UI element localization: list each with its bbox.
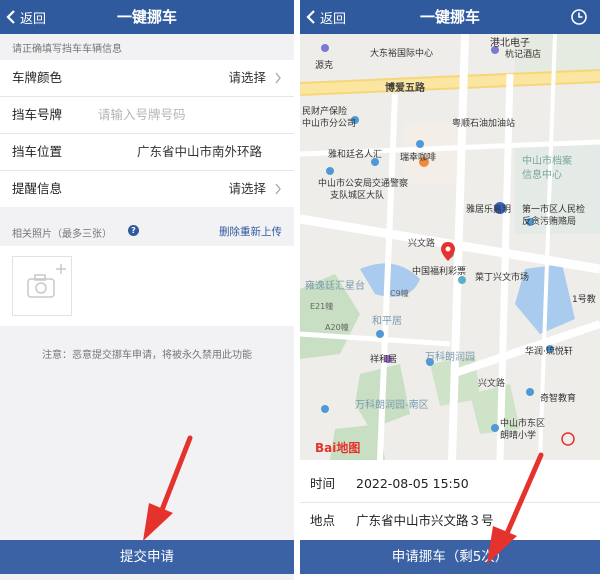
submit-button[interactable]: 提交申请	[0, 540, 294, 574]
map-label: 反贪污贿赂局	[522, 215, 576, 227]
map-label: C9幢	[390, 288, 409, 298]
location-value: 广东省中山市南外环路	[136, 144, 262, 159]
map-label: A20幢	[325, 322, 349, 332]
plate-number-row[interactable]: 挡车号牌 请输入号牌号码	[0, 97, 294, 134]
photo-area	[0, 246, 294, 326]
map-label: E21幢	[310, 301, 333, 311]
chevron-right-icon	[275, 72, 281, 84]
map-label: 信息中心	[522, 168, 562, 181]
location-row[interactable]: 挡车位置 广东省中山市南外环路	[0, 134, 294, 171]
request-move-button[interactable]: 申请挪车（剩5次）	[300, 540, 600, 574]
map-label: 和平居	[372, 315, 402, 327]
plate-color-row[interactable]: 车牌颜色 请选择	[0, 60, 294, 97]
map-label: 中国福利彩票	[412, 265, 466, 277]
map-label: 大东裕国际中心	[370, 47, 433, 59]
header-bar: 返回 一键挪车	[300, 0, 600, 34]
map-label: 华润·琉悦轩	[525, 345, 573, 357]
camera-icon	[27, 264, 66, 298]
reminder-label: 提醒信息	[12, 181, 63, 196]
map-canvas: 港北电子 大东裕国际中心 杭记酒店 源克 博爱五路 民财产保险 中山市分公司 粤…	[300, 34, 600, 460]
photos-label: 相关照片（最多三张）	[12, 229, 112, 240]
map-label: 奇智教育	[540, 392, 576, 404]
map-label: 瑞幸咖啡	[400, 151, 436, 163]
chevron-right-icon	[275, 183, 281, 195]
location-map[interactable]: 港北电子 大东裕国际中心 杭记酒店 源克 博爱五路 民财产保险 中山市分公司 粤…	[300, 34, 600, 460]
plate-color-value: 请选择	[228, 70, 266, 85]
map-label: 兴文路	[478, 377, 505, 389]
map-label: 中山市公安局交通警察	[318, 177, 408, 189]
add-photo-button[interactable]	[12, 256, 72, 316]
map-label: 1号教	[572, 293, 596, 305]
question-icon[interactable]: ?	[128, 225, 139, 236]
map-label: 雅和廷名人汇	[328, 148, 382, 160]
map-label: 朗晴小学	[500, 429, 536, 441]
baidu-logo: Bai地图	[315, 440, 360, 455]
photos-header: 相关照片（最多三张） ? 删除重新上传	[0, 216, 294, 246]
move-car-form-screen: 返回 一键挪车 请正确填写挡车车辆信息 车牌颜色 请选择 挡车号牌 请输入号牌号…	[0, 0, 294, 580]
red-arrow-annotation	[143, 435, 193, 541]
header-bar: 返回 一键挪车	[0, 0, 294, 34]
map-label: 雍逸廷汇星台	[305, 279, 365, 292]
plate-number-label: 挡车号牌	[12, 107, 63, 122]
request-info: 时间 2022-08-05 15:50 地点 广东省中山市兴文路３号	[300, 466, 600, 539]
map-label: 粤顺石油加油站	[452, 117, 515, 129]
place-row: 地点 广东省中山市兴文路３号	[300, 503, 600, 539]
time-value: 2022-08-05 15:50	[356, 476, 469, 491]
reminder-row[interactable]: 提醒信息 请选择	[0, 171, 294, 207]
map-label: 博爱五路	[385, 81, 426, 94]
place-value: 广东省中山市兴文路３号	[356, 513, 494, 528]
place-label: 地点	[310, 513, 336, 528]
map-label: 中山市档案	[522, 154, 572, 167]
time-label: 时间	[310, 476, 336, 491]
map-label: 万科朗润园	[425, 350, 475, 363]
map-label: 中山市东区	[500, 417, 545, 429]
move-car-confirm-screen: 返回 一键挪车 港北电子 大东裕国际中心 杭记酒店 源克 博爱五路 民财产保险 …	[300, 0, 600, 580]
vehicle-form: 车牌颜色 请选择 挡车号牌 请输入号牌号码 挡车位置 广东省中山市南外环路 提醒…	[0, 60, 294, 207]
map-label: 支队城区大队	[330, 189, 384, 201]
plate-number-input[interactable]: 请输入号牌号码	[98, 97, 186, 133]
map-label: 万科朗润园-南区	[355, 398, 429, 411]
location-label: 挡车位置	[12, 144, 63, 159]
abuse-notice: 注意：恶意提交挪车申请，将被永久禁用此功能	[42, 350, 252, 361]
map-label: 第一市区人民检	[522, 203, 585, 215]
page-title: 一键挪车	[419, 8, 480, 26]
map-label: 民财产保险	[302, 105, 347, 117]
map-label: 源克	[315, 60, 333, 71]
page-title: 一键挪车	[116, 8, 177, 26]
map-label: 中山市分公司	[302, 117, 356, 129]
reminder-value: 请选择	[228, 181, 266, 196]
time-row: 时间 2022-08-05 15:50	[300, 466, 600, 503]
map-label: 菜丁兴文市场	[475, 271, 529, 283]
plate-color-label: 车牌颜色	[12, 70, 63, 85]
reupload-link[interactable]: 删除重新上传	[219, 224, 282, 239]
map-label: 祥和居	[370, 353, 397, 365]
form-hint: 请正确填写挡车车辆信息	[12, 44, 122, 55]
map-label: 兴文路	[408, 237, 435, 249]
map-label: 杭记酒店	[505, 48, 541, 60]
map-label: 雅居乐嘉玥	[466, 203, 511, 215]
clock-icon[interactable]	[570, 8, 588, 26]
map-label: 港北电子	[490, 36, 530, 49]
